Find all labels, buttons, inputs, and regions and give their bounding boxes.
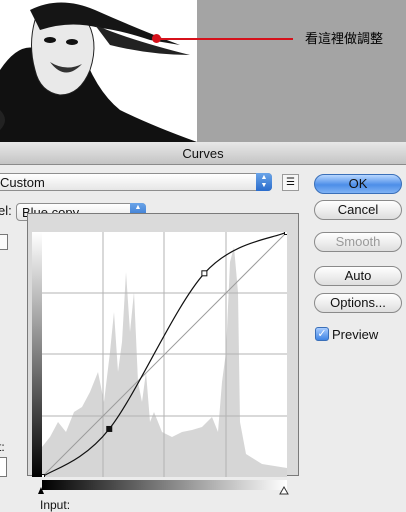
preset-select[interactable]: Custom ▲ ▼ <box>0 173 272 191</box>
cancel-button[interactable]: Cancel <box>314 200 402 220</box>
channel-label: el: <box>0 203 12 218</box>
portrait-photo <box>0 0 197 142</box>
eyedropper-tool-icon[interactable] <box>0 234 8 250</box>
dialog-title: Curves <box>182 146 224 161</box>
graph-gradients <box>32 232 289 495</box>
preset-value: Custom <box>0 175 45 190</box>
popup-arrows-icon: ▲▼ <box>256 173 272 191</box>
output-field[interactable] <box>0 457 7 477</box>
curves-dialog: Curves Custom ▲▼ ☰ el: Blue copy ▲▼ OK C… <box>0 142 406 512</box>
annotation-line <box>157 38 293 40</box>
annotation-text: 看這裡做調整 <box>305 31 384 46</box>
ok-button[interactable]: OK <box>314 174 402 194</box>
output-label: t: <box>0 440 5 454</box>
dialog-titlebar[interactable]: Curves <box>0 142 406 165</box>
photo-annotation-strip: 看這裡做調整 <box>0 0 406 142</box>
preview-label: Preview <box>332 327 379 342</box>
preset-options-icon[interactable]: ☰ <box>282 174 299 191</box>
input-label: Input: <box>40 498 71 512</box>
